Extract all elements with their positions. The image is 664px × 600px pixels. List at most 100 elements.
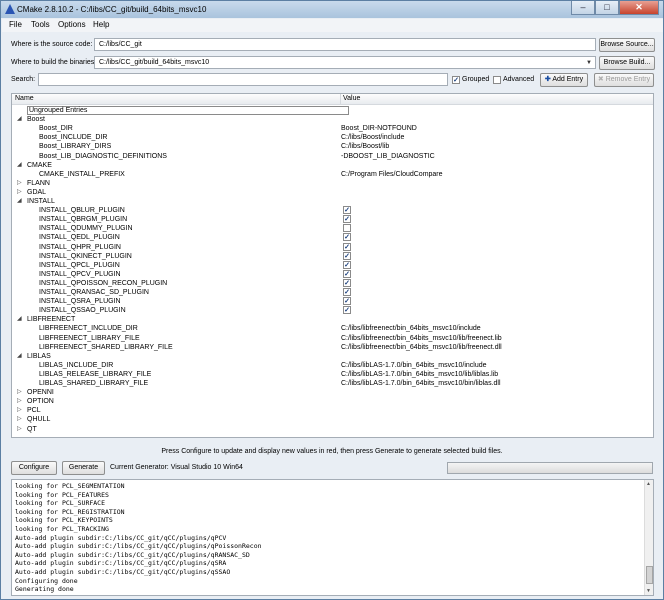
- tree-entry-row[interactable]: INSTALL_QKINECT_PLUGIN ✓: [12, 251, 653, 261]
- collapsed-arrow-icon[interactable]: ▷: [17, 415, 22, 424]
- advanced-checkbox[interactable]: [493, 76, 501, 84]
- tree-group-row[interactable]: ▷ OPTION: [12, 397, 653, 406]
- tree-group-row[interactable]: ◢ LIBFREENECT: [12, 315, 653, 324]
- tree-entry-row[interactable]: LIBLAS_INCLUDE_DIR C:/libs/libLAS-1.7.0/b…: [12, 361, 653, 370]
- tree-entry-row[interactable]: INSTALL_QPCL_PLUGIN ✓: [12, 260, 653, 270]
- generate-button[interactable]: Generate: [62, 461, 105, 475]
- column-name-header[interactable]: Name: [15, 95, 34, 102]
- tree-group-row[interactable]: ▷ GDAL: [12, 188, 653, 197]
- tree-entry-row[interactable]: LIBFREENECT_SHARED_LIBRARY_FILE C:/libs/l…: [12, 343, 653, 352]
- tree-group-row[interactable]: ◢ LIBLAS: [12, 352, 653, 361]
- search-input[interactable]: [38, 73, 448, 86]
- entry-value[interactable]: Boost_DIR-NOTFOUND: [341, 124, 417, 133]
- entry-value[interactable]: C:/libs/libfreenect/bin_64bits_msvc10/li…: [341, 343, 502, 352]
- collapsed-arrow-icon[interactable]: ▷: [17, 425, 22, 434]
- menu-file[interactable]: File: [9, 20, 22, 29]
- tree-group-row[interactable]: ▷ PCL: [12, 406, 653, 415]
- title-bar[interactable]: CMake 2.8.10.2 - C:/libs/CC_git/build_64…: [1, 1, 663, 18]
- tree-group-row[interactable]: ▷ OPENNI: [12, 388, 653, 397]
- cache-tree[interactable]: Name Value Ungrouped Entries ◢ Boost Boost_…: [11, 93, 654, 438]
- expanded-arrow-icon[interactable]: ◢: [17, 197, 22, 206]
- tree-entry-row[interactable]: INSTALL_QPCV_PLUGIN ✓: [12, 269, 653, 279]
- remove-entry-button[interactable]: ✖ Remove Entry: [594, 73, 654, 87]
- tree-group-row[interactable]: ▷ QT: [12, 425, 653, 434]
- entry-checkbox[interactable]: ✓: [343, 251, 351, 260]
- tree-group-row[interactable]: ▷ FLANN: [12, 179, 653, 188]
- entry-value[interactable]: C:/libs/libfreenect/bin_64bits_msvc10/li…: [341, 334, 502, 343]
- tree-entry-row[interactable]: Boost_DIR Boost_DIR-NOTFOUND: [12, 124, 653, 133]
- maximize-button[interactable]: □: [595, 1, 619, 15]
- entry-checkbox[interactable]: ✓: [343, 297, 351, 306]
- source-path-input[interactable]: C:/libs/CC_git: [94, 38, 596, 51]
- entry-checkbox[interactable]: ✓: [343, 242, 351, 251]
- build-path-combo[interactable]: C:/libs/CC_git/build_64bits_msvc10 ▼: [94, 56, 596, 69]
- entry-value[interactable]: C:/libs/libLAS-1.7.0/bin_64bits_msvc10/l…: [341, 370, 498, 379]
- scroll-up-icon[interactable]: ▲: [646, 481, 651, 487]
- tree-group-row[interactable]: ◢ CMAKE: [12, 161, 653, 170]
- tree-entry-row[interactable]: INSTALL_QDUMMY_PLUGIN: [12, 224, 653, 233]
- scroll-down-icon[interactable]: ▼: [646, 588, 651, 594]
- log-scrollbar[interactable]: ▲ ▼: [644, 480, 653, 595]
- scroll-thumb[interactable]: [646, 566, 653, 584]
- entry-value[interactable]: C:/Program Files/CloudCompare: [341, 170, 443, 179]
- entry-value[interactable]: C:/libs/libLAS-1.7.0/bin_64bits_msvc10/i…: [341, 361, 487, 370]
- menu-help[interactable]: Help: [93, 20, 109, 29]
- expanded-arrow-icon[interactable]: ◢: [17, 161, 22, 170]
- tree-entry-row[interactable]: LIBFREENECT_LIBRARY_FILE C:/libs/libfreen…: [12, 334, 653, 343]
- tree-entry-row[interactable]: INSTALL_QPOISSON_RECON_PLUGIN ✓: [12, 278, 653, 288]
- tree-entry-row[interactable]: INSTALL_QRANSAC_SD_PLUGIN ✓: [12, 288, 653, 297]
- entry-value[interactable]: -DBOOST_LIB_DIAGNOSTIC: [341, 152, 435, 161]
- tree-entry-row[interactable]: INSTALL_QBLUR_PLUGIN ✓: [12, 206, 653, 215]
- entry-value[interactable]: C:/libs/libLAS-1.7.0/bin_64bits_msvc10/b…: [341, 379, 501, 388]
- tree-entry-row[interactable]: Boost_LIB_DIAGNOSTIC_DEFINITIONS -DBOOST_…: [12, 152, 653, 161]
- tree-group-row[interactable]: ◢ INSTALL: [12, 197, 653, 206]
- tree-entry-row[interactable]: INSTALL_QBRGM_PLUGIN ✓: [12, 215, 653, 224]
- tree-entry-row[interactable]: LIBLAS_RELEASE_LIBRARY_FILE C:/libs/libLA…: [12, 370, 653, 379]
- ungrouped-entries-editor[interactable]: Ungrouped Entries: [27, 106, 349, 115]
- collapsed-arrow-icon[interactable]: ▷: [17, 388, 22, 397]
- entry-checkbox[interactable]: ✓: [343, 269, 351, 278]
- tree-group-row[interactable]: ▷ QHULL: [12, 415, 653, 424]
- browse-source-button[interactable]: Browse Source...: [599, 38, 655, 52]
- tree-entry-row[interactable]: CMAKE_INSTALL_PREFIX C:/Program Files/Clo…: [12, 170, 653, 179]
- menu-options[interactable]: Options: [58, 20, 86, 29]
- entry-checkbox[interactable]: ✓: [343, 215, 351, 224]
- output-log[interactable]: looking for PCL_SEGMENTATION looking for …: [11, 479, 654, 596]
- entry-checkbox[interactable]: ✓: [343, 288, 351, 296]
- tree-entry-row[interactable]: Boost_LIBRARY_DIRS C:/libs/Boost/lib: [12, 142, 653, 151]
- entry-checkbox[interactable]: [343, 224, 351, 233]
- tree-entry-row[interactable]: LIBLAS_SHARED_LIBRARY_FILE C:/libs/libLAS…: [12, 379, 653, 388]
- entry-checkbox[interactable]: ✓: [343, 206, 351, 215]
- collapsed-arrow-icon[interactable]: ▷: [17, 188, 22, 197]
- tree-entry-row[interactable]: INSTALL_QHPR_PLUGIN ✓: [12, 242, 653, 252]
- tree-entry-row[interactable]: INSTALL_QSSAO_PLUGIN ✓: [12, 306, 653, 315]
- entry-value[interactable]: C:/libs/Boost/lib: [341, 142, 389, 151]
- tree-entry-row[interactable]: LIBFREENECT_INCLUDE_DIR C:/libs/libfreene…: [12, 324, 653, 333]
- expanded-arrow-icon[interactable]: ◢: [17, 352, 22, 361]
- expanded-arrow-icon[interactable]: ◢: [17, 315, 22, 324]
- menu-tools[interactable]: Tools: [31, 20, 50, 29]
- tree-entry-row[interactable]: Ungrouped Entries: [12, 106, 653, 115]
- collapsed-arrow-icon[interactable]: ▷: [17, 179, 22, 188]
- minimize-button[interactable]: –: [571, 1, 595, 15]
- entry-value[interactable]: C:/libs/libfreenect/bin_64bits_msvc10/in…: [341, 324, 481, 333]
- tree-entry-row[interactable]: INSTALL_QEDL_PLUGIN ✓: [12, 233, 653, 242]
- column-value-header[interactable]: Value: [343, 95, 360, 102]
- chevron-down-icon[interactable]: ▼: [586, 58, 592, 68]
- entry-checkbox[interactable]: ✓: [343, 233, 351, 242]
- entry-checkbox[interactable]: ✓: [343, 306, 351, 315]
- collapsed-arrow-icon[interactable]: ▷: [17, 406, 22, 415]
- tree-group-row[interactable]: ◢ Boost: [12, 115, 653, 124]
- expanded-arrow-icon[interactable]: ◢: [17, 115, 22, 124]
- browse-build-button[interactable]: Browse Build...: [599, 56, 655, 70]
- tree-entry-row[interactable]: INSTALL_QSRA_PLUGIN ✓: [12, 297, 653, 306]
- entry-value[interactable]: C:/libs/Boost/include: [341, 133, 404, 142]
- entry-checkbox[interactable]: ✓: [343, 260, 351, 269]
- tree-entry-row[interactable]: Boost_INCLUDE_DIR C:/libs/Boost/include: [12, 133, 653, 142]
- add-entry-button[interactable]: ✚ Add Entry: [540, 73, 588, 87]
- close-button[interactable]: ✕: [619, 1, 659, 15]
- grouped-checkbox[interactable]: ✓: [452, 76, 460, 84]
- entry-checkbox[interactable]: ✓: [343, 278, 351, 287]
- collapsed-arrow-icon[interactable]: ▷: [17, 397, 22, 406]
- configure-button[interactable]: Configure: [11, 461, 57, 475]
